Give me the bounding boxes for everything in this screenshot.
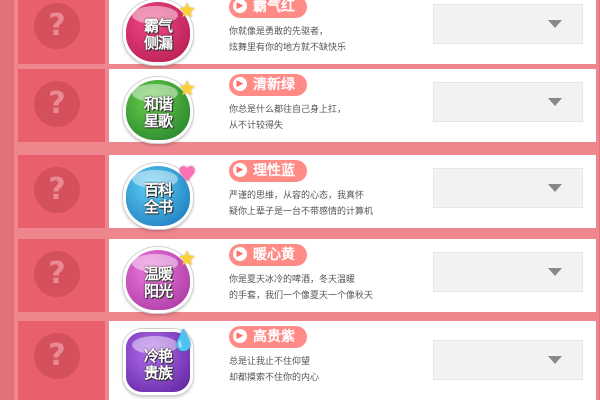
item-title: ▶ 高贵紫 [229, 326, 307, 348]
item-description: 你就像是勇敢的先驱者， 炫舞里有你的地方就不缺快乐 [229, 27, 347, 53]
chevron-down-icon [548, 356, 562, 364]
list-item: ? ★ 和谐 星歌 ▶ 清新绿 你总是什么都往自己身上扛， 从不计较得失 [14, 69, 599, 143]
heart-icon: ♥ 百科 全书 [123, 162, 196, 229]
item-content: ★ 温暖 阳光 ▶ 暖心黄 你是夏天冰冷的啤酒，冬天温暖 的手套，我们一个像夏天一… [109, 239, 596, 313]
item-content: 💧 冷艳 贵族 ▶ 高贵紫 总是让我止不住仰望 却都摸索不住你的内心 [109, 321, 596, 400]
list-item: ? ♥ 百科 全书 ▶ 理性蓝 严谨的思维，从容的心态，我真怀 疑你上辈子是一台不… [14, 155, 599, 229]
arrow-right-icon: ▶ [233, 0, 247, 13]
star-icon: ★ 和谐 星歌 [123, 76, 196, 143]
item-content: ♥ 百科 全书 ▶ 理性蓝 严谨的思维，从容的心态，我真怀 疑你上辈子是一台不带感… [109, 155, 596, 229]
question-mark-icon: ? [34, 81, 80, 127]
chevron-down-icon [548, 20, 562, 28]
item-description: 你总是什么都往自己身上扛， 从不计较得失 [229, 105, 347, 131]
arrow-right-icon: ▶ [233, 77, 247, 91]
arrow-right-icon: ▶ [233, 329, 247, 343]
placeholder-cell: ? [18, 239, 105, 312]
item-content: ★ 和谐 星歌 ▶ 清新绿 你总是什么都往自己身上扛， 从不计较得失 [109, 69, 596, 143]
item-description: 严谨的思维，从容的心态，我真怀 疑你上辈子是一台不带感情的计算机 [229, 191, 374, 217]
item-title: ▶ 霸气红 [229, 0, 307, 18]
item-title: ▶ 暖心黄 [229, 244, 307, 266]
badge-label: 百科 全书 [143, 181, 173, 216]
chevron-down-icon [548, 98, 562, 106]
badge-label: 霸气 侧漏 [143, 17, 173, 52]
placeholder-cell: ? [18, 321, 105, 400]
item-description: 你是夏天冰冷的啤酒，冬天温暖 的手套，我们一个像夏天一个像秋天 [229, 275, 374, 301]
question-mark-icon: ? [34, 333, 80, 379]
question-mark-icon: ? [34, 3, 80, 49]
style-dropdown[interactable] [433, 82, 583, 122]
style-dropdown[interactable] [433, 340, 583, 380]
style-dropdown[interactable] [433, 252, 583, 292]
drop-icon: 💧 冷艳 贵族 [123, 328, 196, 395]
selection-panel: ? ★ 霸气 侧漏 ▶ 霸气红 你就像是勇敢的先驱者， 炫舞里有你的地方就不缺快乐 [14, 0, 599, 400]
list-item: ? 💧 冷艳 贵族 ▶ 高贵紫 总是让我止不住仰望 却都摸索不住你的内心 [14, 321, 599, 400]
placeholder-cell: ? [18, 155, 105, 228]
placeholder-cell: ? [18, 0, 105, 64]
question-mark-icon: ? [34, 167, 80, 213]
chevron-down-icon [548, 184, 562, 192]
chevron-down-icon [548, 268, 562, 276]
item-content: ★ 霸气 侧漏 ▶ 霸气红 你就像是勇敢的先驱者， 炫舞里有你的地方就不缺快乐 [109, 0, 596, 65]
placeholder-cell: ? [18, 69, 105, 142]
style-dropdown[interactable] [433, 168, 583, 208]
arrow-right-icon: ▶ [233, 163, 247, 177]
star-icon: ★ 温暖 阳光 [123, 246, 196, 313]
badge-label: 和谐 星歌 [143, 95, 173, 130]
arrow-right-icon: ▶ [233, 247, 247, 261]
item-description: 总是让我止不住仰望 却都摸索不住你的内心 [229, 357, 320, 383]
item-title: ▶ 清新绿 [229, 74, 307, 96]
question-mark-icon: ? [34, 251, 80, 297]
list-item: ? ★ 温暖 阳光 ▶ 暖心黄 你是夏天冰冷的啤酒，冬天温暖 的手套，我们一个像夏… [14, 239, 599, 313]
item-title: ▶ 理性蓝 [229, 160, 307, 182]
badge-label: 冷艳 贵族 [143, 347, 173, 382]
style-dropdown[interactable] [433, 4, 583, 44]
list-item: ? ★ 霸气 侧漏 ▶ 霸气红 你就像是勇敢的先驱者， 炫舞里有你的地方就不缺快乐 [14, 0, 599, 65]
heart-star-icon: ★ 霸气 侧漏 [123, 0, 196, 65]
badge-label: 温暖 阳光 [143, 265, 173, 300]
